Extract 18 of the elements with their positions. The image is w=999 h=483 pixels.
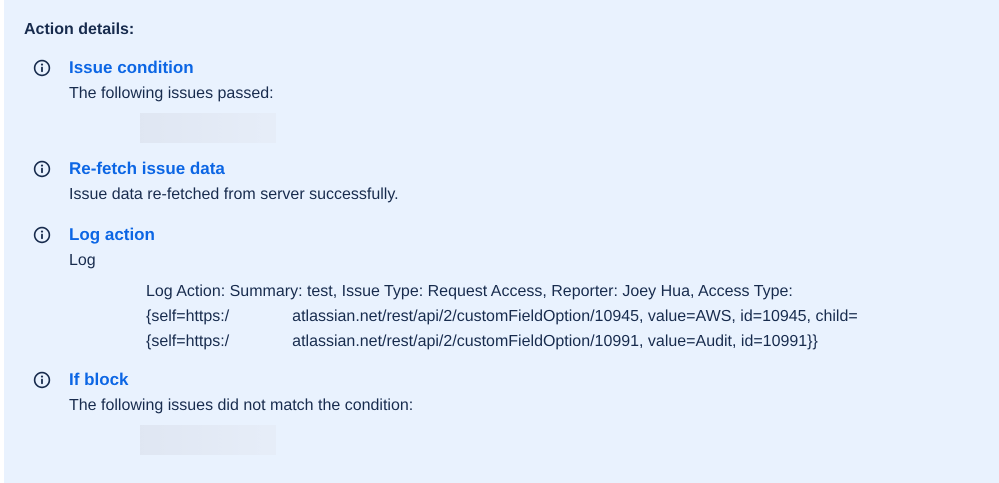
action-title[interactable]: If block bbox=[69, 370, 129, 390]
log-text: {self=https:/ bbox=[146, 307, 230, 327]
log-text: atlassian.net/rest/api/2/customFieldOption/10945, value=AWS, id=10945, child= bbox=[292, 307, 858, 327]
info-icon bbox=[33, 160, 51, 178]
section-heading: Action details: bbox=[24, 20, 136, 40]
info-icon bbox=[33, 59, 51, 77]
action-description: Issue data re-fetched from server successfully. bbox=[69, 185, 400, 205]
log-text: Log Action: Summary: test, Issue Type: Request Access, Reporter: Joey Hua, Access Type: bbox=[146, 282, 793, 302]
info-icon bbox=[33, 371, 51, 389]
action-description: The following issues passed: bbox=[69, 84, 275, 104]
action-title[interactable]: Log action bbox=[69, 225, 155, 245]
action-description: Log bbox=[69, 251, 97, 271]
action-title[interactable]: Re-fetch issue data bbox=[69, 159, 225, 179]
log-text: atlassian.net/rest/api/2/customFieldOption/10991, value=Audit, id=10991}} bbox=[292, 332, 818, 352]
action-description: The following issues did not match the condition: bbox=[69, 396, 414, 416]
info-icon bbox=[33, 226, 51, 244]
log-text: {self=https:/ bbox=[146, 332, 230, 352]
action-title[interactable]: Issue condition bbox=[69, 58, 194, 78]
